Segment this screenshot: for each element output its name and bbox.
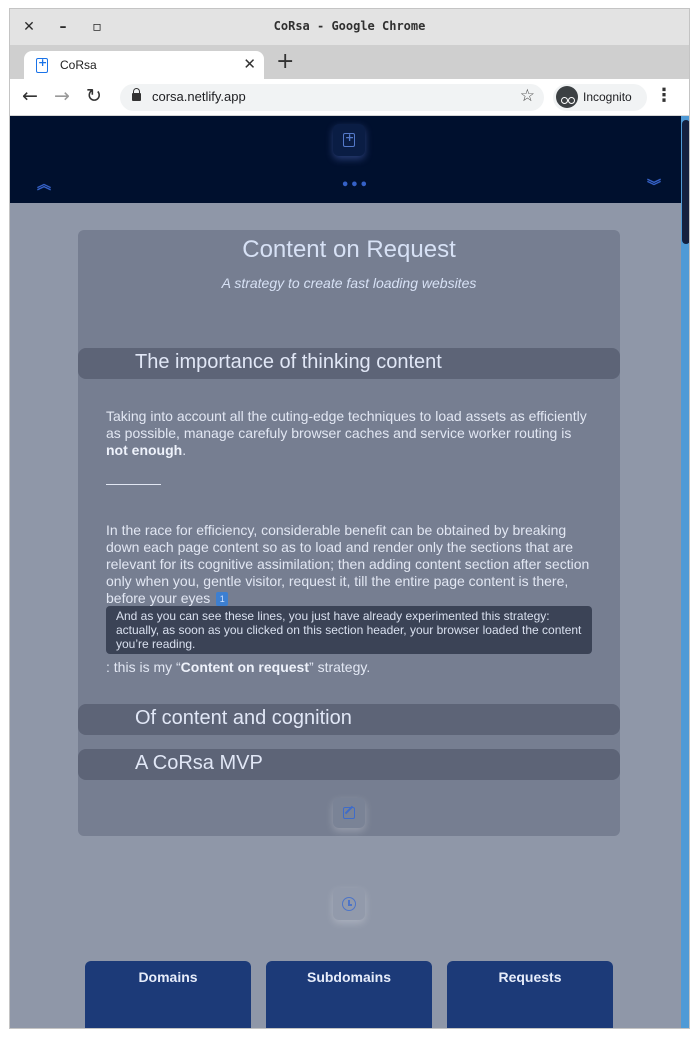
- forward-button[interactable]: →: [54, 85, 70, 107]
- stat-label: Subdomains: [306, 969, 391, 985]
- incognito-indicator[interactable]: Incognito: [553, 84, 647, 111]
- reload-button[interactable]: ↻: [86, 85, 102, 107]
- tab-title: CoRsa: [60, 58, 97, 72]
- browser-menu-icon[interactable]: ⋮: [655, 85, 673, 106]
- stat-label: Requests: [498, 969, 562, 985]
- chevron-double-down-icon[interactable]: ︾: [647, 180, 661, 194]
- emphasis-not-enough: not enough: [106, 442, 183, 458]
- back-button[interactable]: ←: [22, 85, 38, 107]
- section-header-cognition[interactable]: Of content and cognition: [78, 704, 620, 735]
- paragraph-intro: Taking into account all the cuting-edge …: [106, 408, 587, 458]
- footnote-tooltip: And as you can see these lines, you just…: [106, 606, 592, 654]
- emphasis-content-on-request: Content on request: [180, 659, 310, 675]
- title-bar: ✕ – ▫ CoRsa - Google Chrome: [10, 9, 689, 45]
- incognito-icon: [556, 86, 578, 108]
- new-tab-button[interactable]: +: [276, 49, 294, 74]
- tab-close-icon[interactable]: ✕: [243, 55, 256, 73]
- scrollbar-thumb[interactable]: [682, 120, 689, 244]
- paragraph-race: In the race for efficiency, considerable…: [106, 522, 590, 607]
- window-title: CoRsa - Google Chrome: [273, 19, 426, 33]
- section-title: The importance of thinking content: [135, 351, 442, 373]
- stat-subdomains: Subdomains: [266, 961, 432, 1028]
- section-title: A CoRsa MVP: [135, 752, 263, 774]
- url-text[interactable]: corsa.netlify.app: [152, 89, 246, 104]
- page-header: ︽ ••• ︾: [10, 116, 681, 203]
- clock-icon: [342, 897, 356, 911]
- stat-domains: Domains: [85, 961, 251, 1028]
- section-header-mvp[interactable]: A CoRsa MVP: [78, 749, 620, 780]
- address-bar[interactable]: corsa.netlify.app ☆: [120, 84, 544, 111]
- footnote-badge[interactable]: 1: [216, 592, 229, 607]
- lock-icon: [132, 88, 141, 101]
- bookmark-star-icon[interactable]: ☆: [520, 86, 535, 106]
- stat-requests: Requests: [447, 961, 613, 1028]
- page-scrollbar[interactable]: [681, 116, 689, 1028]
- section-title: Of content and cognition: [135, 707, 352, 729]
- new-content-button[interactable]: [333, 124, 365, 156]
- paragraph-strategy: : this is my “Content on request” strate…: [106, 659, 371, 675]
- page-favicon-icon: [36, 56, 48, 73]
- divider: [106, 484, 161, 485]
- page-viewport: ︽ ••• ︾ Content on Request A strategy to…: [10, 116, 681, 1028]
- article-title: Content on Request: [242, 236, 456, 263]
- edit-icon: [343, 807, 355, 819]
- tab-strip: CoRsa ✕ +: [10, 45, 689, 79]
- incognito-label: Incognito: [583, 90, 632, 104]
- section-header-importance[interactable]: The importance of thinking content: [78, 348, 620, 379]
- edit-button[interactable]: [333, 798, 365, 828]
- chevron-double-up-icon[interactable]: ︽: [37, 178, 51, 192]
- article-card: Content on Request A strategy to create …: [78, 230, 620, 836]
- stat-label: Domains: [138, 969, 198, 985]
- article-subtitle: A strategy to create fast loading websit…: [221, 275, 477, 291]
- more-dots-icon[interactable]: •••: [341, 178, 369, 193]
- browser-window: ✕ – ▫ CoRsa - Google Chrome CoRsa ✕ + ← …: [9, 8, 690, 1029]
- tab-corsa[interactable]: CoRsa ✕: [24, 51, 264, 79]
- history-button[interactable]: [333, 888, 365, 920]
- doc-plus-icon: [343, 131, 355, 147]
- browser-toolbar: ← → ↻ corsa.netlify.app ☆ Incognito ⋮: [10, 79, 689, 116]
